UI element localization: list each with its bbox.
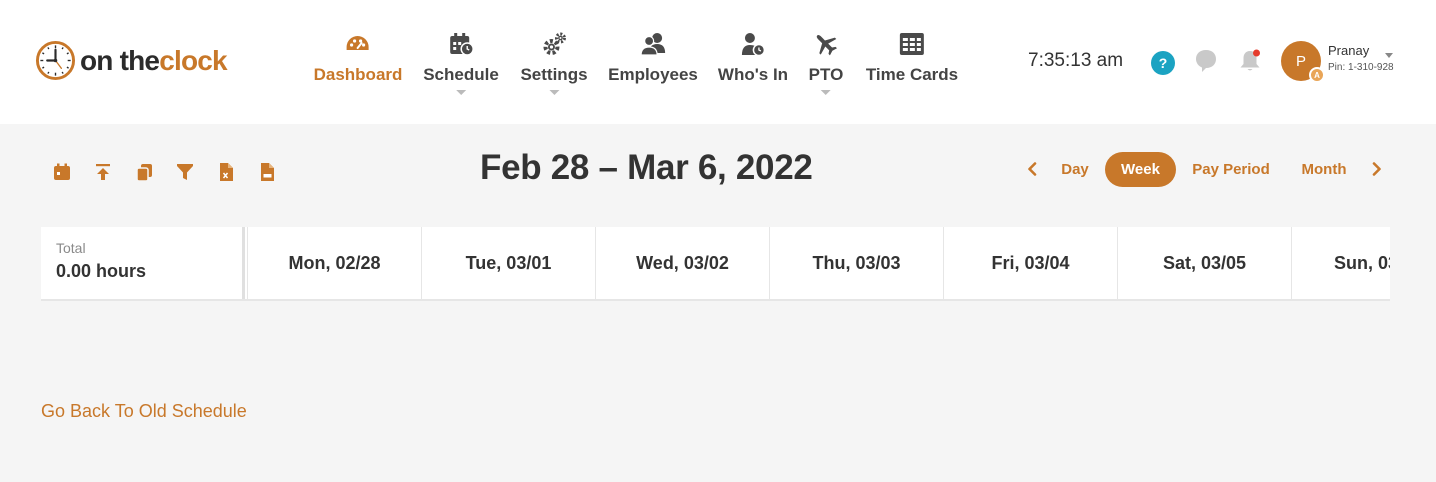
- gears-icon: [540, 30, 568, 58]
- chevron-left-icon: [1028, 162, 1037, 176]
- nav-schedule[interactable]: Schedule: [423, 30, 499, 95]
- brand-name-part1: on the: [80, 44, 160, 76]
- view-week-button[interactable]: Week: [1105, 152, 1176, 187]
- dashboard-gauge-icon: [344, 30, 372, 58]
- calendar-clock-icon: [447, 30, 475, 58]
- total-label: Total: [56, 240, 86, 256]
- top-header: on theclock Dashboard Schedule Settings: [0, 0, 1436, 124]
- total-hours-value: 0.00 hours: [56, 261, 147, 281]
- user-name[interactable]: Pranay: [1328, 43, 1369, 58]
- current-time: 7:35:13 am: [1028, 50, 1124, 71]
- day-header-fri[interactable]: Fri, 03/04: [943, 227, 1117, 299]
- next-period-button[interactable]: [1367, 159, 1387, 179]
- notification-bell-icon[interactable]: [1238, 48, 1262, 79]
- user-pin: Pin: 1-310-928: [1328, 62, 1394, 73]
- airplane-icon: [812, 30, 840, 58]
- pdf-export-icon[interactable]: [256, 161, 278, 183]
- nav-employees[interactable]: Employees: [608, 30, 698, 85]
- table-grid-icon: [898, 30, 926, 58]
- chevron-right-icon: [1372, 162, 1381, 176]
- total-hours-cell: Total 0.00 hours: [41, 227, 245, 299]
- chevron-down-icon: [456, 90, 466, 95]
- user-clock-icon: [739, 30, 767, 58]
- chat-bubble-icon[interactable]: [1194, 48, 1218, 79]
- help-icon[interactable]: ?: [1151, 51, 1175, 75]
- clock-logo-icon: [35, 40, 76, 81]
- day-header-wed[interactable]: Wed, 03/02: [595, 227, 769, 299]
- day-header-sun[interactable]: Sun, 03/06: [1291, 227, 1390, 299]
- view-month-button[interactable]: Month: [1292, 152, 1356, 187]
- nav-pto-label: PTO: [808, 65, 844, 84]
- avatar-role-badge: A: [1309, 67, 1325, 83]
- old-schedule-link[interactable]: Go Back To Old Schedule: [41, 401, 247, 422]
- chevron-down-icon: [549, 90, 559, 95]
- day-header-thu[interactable]: Thu, 03/03: [769, 227, 943, 299]
- previous-period-button[interactable]: [1022, 159, 1042, 179]
- calendar-add-icon[interactable]: [51, 161, 73, 183]
- nav-schedule-label: Schedule: [423, 65, 499, 84]
- chevron-down-icon: [820, 90, 831, 95]
- avatar[interactable]: P A: [1281, 41, 1325, 83]
- nav-settings-label: Settings: [520, 65, 588, 84]
- nav-whos-in[interactable]: Who's In: [718, 30, 788, 85]
- week-schedule-header: Total 0.00 hours Mon, 02/28 Tue, 03/01 W…: [41, 227, 1390, 301]
- nav-whos-in-label: Who's In: [717, 65, 789, 84]
- day-header-mon[interactable]: Mon, 02/28: [247, 227, 421, 299]
- nav-pto[interactable]: PTO: [808, 30, 844, 95]
- brand-name-part2: clock: [159, 44, 227, 76]
- upload-icon[interactable]: [92, 161, 114, 183]
- brand-name: on theclock: [80, 44, 228, 76]
- nav-dashboard-label: Dashboard: [313, 65, 403, 84]
- view-pay-period-button[interactable]: Pay Period: [1184, 152, 1278, 187]
- avatar-initial: P: [1295, 52, 1306, 70]
- date-range-title: Feb 28 – Mar 6, 2022: [480, 148, 813, 187]
- day-header-tue[interactable]: Tue, 03/01: [421, 227, 595, 299]
- day-header-sat[interactable]: Sat, 03/05: [1117, 227, 1291, 299]
- nav-dashboard[interactable]: Dashboard: [313, 30, 403, 85]
- nav-time-cards-label: Time Cards: [865, 65, 959, 84]
- users-icon: [639, 30, 667, 58]
- brand-logo[interactable]: on theclock: [35, 40, 228, 81]
- nav-employees-label: Employees: [608, 65, 698, 84]
- user-menu-caret-icon[interactable]: [1385, 53, 1393, 58]
- nav-settings[interactable]: Settings: [520, 30, 588, 95]
- view-day-button[interactable]: Day: [1052, 152, 1098, 187]
- filter-icon[interactable]: [174, 161, 196, 183]
- excel-export-icon[interactable]: [215, 161, 237, 183]
- copy-icon[interactable]: [133, 161, 155, 183]
- nav-time-cards[interactable]: Time Cards: [866, 30, 958, 85]
